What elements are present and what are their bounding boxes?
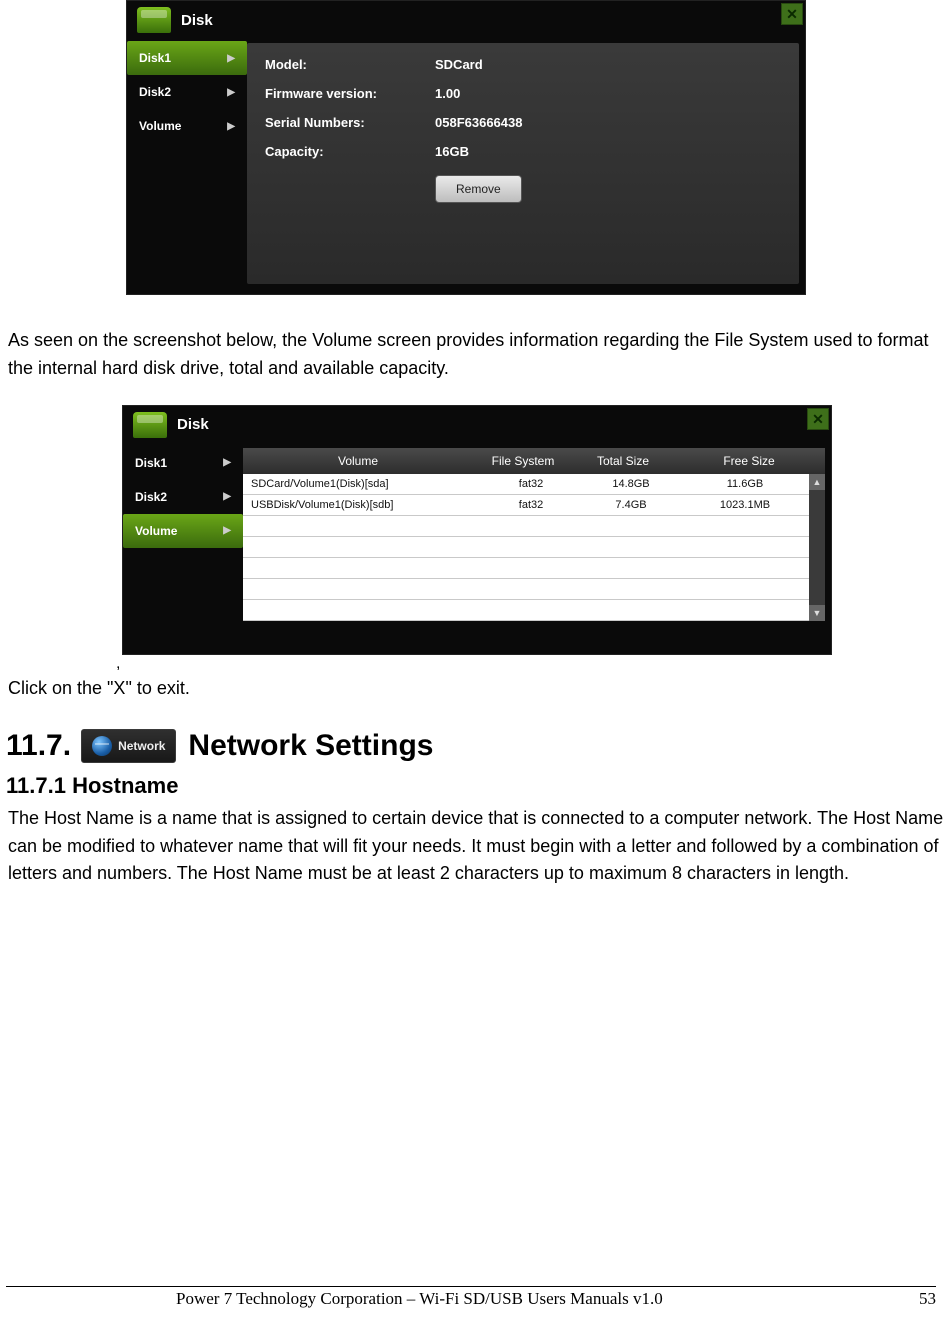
remove-button[interactable]: Remove bbox=[435, 175, 522, 203]
table-row[interactable]: SDCard/Volume1(Disk)[sda]fat3214.8GB11.6… bbox=[243, 474, 809, 495]
value-serial: 058F63666438 bbox=[435, 115, 781, 130]
sidebar-item-label: Volume bbox=[139, 119, 181, 133]
sidebar-item-disk1[interactable]: Disk1 ▶ bbox=[127, 41, 247, 75]
cell-total-size: 7.4GB bbox=[581, 499, 681, 511]
section-heading: 11.7. Network Network Settings bbox=[6, 729, 948, 763]
table-row bbox=[243, 516, 809, 537]
value-model: SDCard bbox=[435, 57, 781, 72]
close-icon[interactable]: ✕ bbox=[781, 3, 803, 25]
sidebar-item-label: Disk1 bbox=[139, 51, 171, 65]
cell-volume: SDCard/Volume1(Disk)[sda] bbox=[243, 478, 481, 490]
disk-icon bbox=[133, 412, 167, 438]
volume-table-header: Volume File System Total Size Free Size bbox=[243, 448, 825, 474]
cell-filesystem: fat32 bbox=[481, 499, 581, 511]
cell-free-size: 1023.1MB bbox=[681, 499, 809, 511]
table-row[interactable]: USBDisk/Volume1(Disk)[sdb]fat327.4GB1023… bbox=[243, 495, 809, 516]
sidebar-item-label: Disk2 bbox=[135, 490, 167, 504]
sidebar-item-volume[interactable]: Volume ▶ bbox=[127, 109, 247, 143]
paragraph-click-x: Click on the "X" to exit. bbox=[8, 675, 946, 703]
section-number: 11.7. bbox=[6, 729, 71, 763]
sidebar-item-label: Disk2 bbox=[139, 85, 171, 99]
value-capacity: 16GB bbox=[435, 144, 781, 159]
disk-dialog-info: ✕ Disk Disk1 ▶ Disk2 ▶ Volume ▶ bbox=[126, 0, 806, 295]
disk-detail-panel: Model: SDCard Firmware version: 1.00 Ser… bbox=[247, 43, 799, 284]
cell-free-size: 11.6GB bbox=[681, 478, 809, 490]
table-row bbox=[243, 558, 809, 579]
network-badge: Network bbox=[81, 729, 176, 763]
close-icon[interactable]: ✕ bbox=[807, 408, 829, 430]
col-header-filesystem: File System bbox=[473, 454, 573, 468]
footer-page-number: 53 bbox=[919, 1289, 936, 1309]
label-model: Model: bbox=[265, 57, 435, 72]
page-footer: Power 7 Technology Corporation – Wi-Fi S… bbox=[0, 1286, 950, 1309]
globe-icon bbox=[92, 736, 112, 756]
col-header-free-size: Free Size bbox=[673, 454, 825, 468]
cell-total-size: 14.8GB bbox=[581, 478, 681, 490]
dialog-title: Disk bbox=[181, 12, 213, 29]
sidebar-item-disk1[interactable]: Disk1 ▶ bbox=[123, 446, 243, 480]
sidebar-item-volume[interactable]: Volume ▶ bbox=[123, 514, 243, 548]
table-row bbox=[243, 537, 809, 558]
disk-sidebar: Disk1 ▶ Disk2 ▶ Volume ▶ bbox=[123, 442, 243, 650]
chevron-right-icon: ▶ bbox=[223, 491, 231, 502]
table-row bbox=[243, 600, 809, 621]
paragraph-volume-intro: As seen on the screenshot below, the Vol… bbox=[8, 327, 946, 383]
cell-volume: USBDisk/Volume1(Disk)[sdb] bbox=[243, 499, 481, 511]
table-row bbox=[243, 579, 809, 600]
label-firmware: Firmware version: bbox=[265, 86, 435, 101]
footer-text: Power 7 Technology Corporation – Wi-Fi S… bbox=[176, 1289, 663, 1309]
cell-filesystem: fat32 bbox=[481, 478, 581, 490]
scroll-down-icon[interactable]: ▼ bbox=[809, 605, 825, 621]
scroll-up-icon[interactable]: ▲ bbox=[809, 474, 825, 490]
sidebar-item-label: Volume bbox=[135, 524, 177, 538]
sidebar-item-label: Disk1 bbox=[135, 456, 167, 470]
chevron-right-icon: ▶ bbox=[227, 121, 235, 132]
paragraph-hostname: The Host Name is a name that is assigned… bbox=[8, 805, 946, 889]
sidebar-item-disk2[interactable]: Disk2 ▶ bbox=[123, 480, 243, 514]
network-badge-label: Network bbox=[118, 739, 165, 753]
chevron-right-icon: ▶ bbox=[223, 525, 231, 536]
label-capacity: Capacity: bbox=[265, 144, 435, 159]
dialog-title: Disk bbox=[177, 416, 209, 433]
volume-table-body: SDCard/Volume1(Disk)[sda]fat3214.8GB11.6… bbox=[243, 474, 809, 621]
value-firmware: 1.00 bbox=[435, 86, 781, 101]
scrollbar[interactable]: ▲ ▼ bbox=[809, 474, 825, 621]
subsection-number: 11.7.1 bbox=[6, 773, 66, 798]
section-title: Network Settings bbox=[188, 729, 433, 763]
stray-comma: , bbox=[116, 655, 948, 673]
chevron-right-icon: ▶ bbox=[227, 87, 235, 98]
sidebar-item-disk2[interactable]: Disk2 ▶ bbox=[127, 75, 247, 109]
disk-icon bbox=[137, 7, 171, 33]
chevron-right-icon: ▶ bbox=[223, 457, 231, 468]
label-serial: Serial Numbers: bbox=[265, 115, 435, 130]
col-header-total-size: Total Size bbox=[573, 454, 673, 468]
subsection-title: Hostname bbox=[72, 773, 178, 798]
chevron-right-icon: ▶ bbox=[227, 53, 235, 64]
disk-sidebar: Disk1 ▶ Disk2 ▶ Volume ▶ bbox=[127, 37, 247, 290]
disk-dialog-volume: ✕ Disk Disk1 ▶ Disk2 ▶ Volume ▶ bbox=[122, 405, 832, 655]
col-header-volume: Volume bbox=[243, 454, 473, 468]
volume-table-panel: Volume File System Total Size Free Size … bbox=[243, 448, 825, 644]
subsection-heading: 11.7.1 Hostname bbox=[6, 773, 948, 799]
